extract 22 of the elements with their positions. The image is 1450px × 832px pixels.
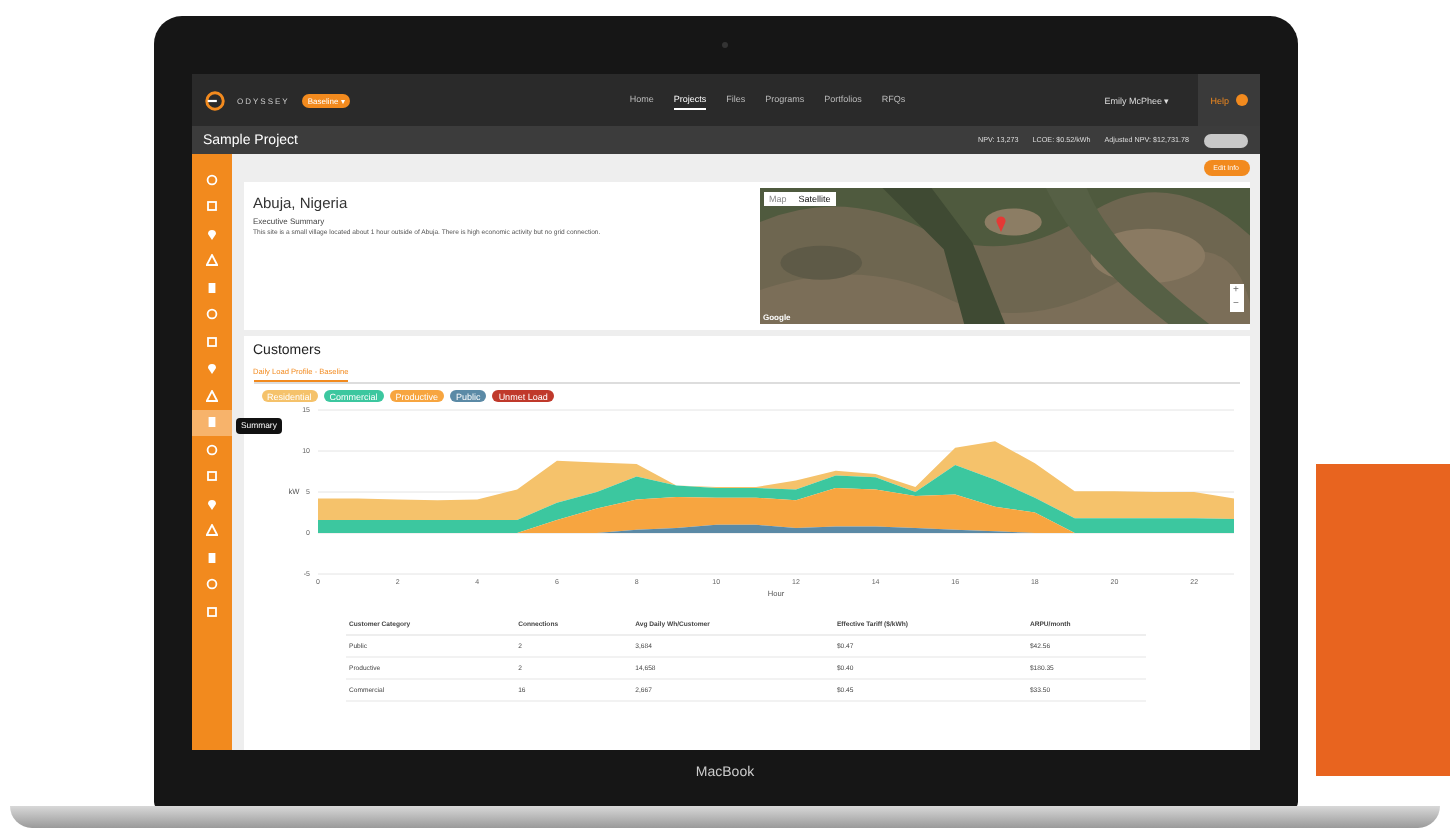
document-icon [205, 416, 217, 429]
toggle-button[interactable] [1203, 133, 1247, 147]
square-icon [205, 470, 217, 483]
help-icon [1235, 94, 1247, 106]
circle-icon [205, 578, 217, 591]
triangle-icon [205, 389, 217, 402]
pin-icon [205, 497, 217, 510]
square-icon [205, 335, 217, 348]
document-icon [205, 551, 217, 564]
map-pin-icon [995, 216, 1005, 232]
square-icon [205, 605, 217, 618]
logo-icon [203, 89, 225, 111]
sidebar-item[interactable] [191, 409, 231, 436]
circle-icon [205, 443, 217, 456]
pin-icon [205, 362, 217, 375]
pin-icon [205, 227, 217, 240]
document-icon [205, 281, 217, 294]
triangle-icon [205, 254, 217, 267]
circle-icon [205, 173, 217, 186]
circle-icon [205, 308, 217, 321]
square-icon [205, 200, 217, 213]
triangle-icon [205, 524, 217, 537]
